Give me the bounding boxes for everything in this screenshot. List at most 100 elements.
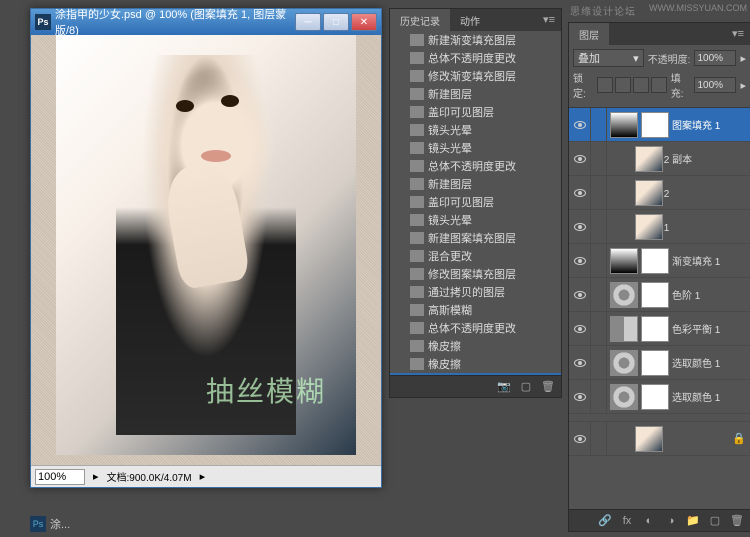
history-item[interactable]: 盖印可见图层 <box>390 193 561 211</box>
history-item[interactable]: 镜头光晕 <box>390 211 561 229</box>
layer-item[interactable]: 图层 2 副本 <box>569 142 750 176</box>
visibility-toggle[interactable] <box>569 422 591 455</box>
layer-name[interactable]: 色彩平衡 1 <box>672 321 750 336</box>
history-item[interactable]: 混合更改 <box>390 247 561 265</box>
layer-mask-thumbnail[interactable] <box>641 112 669 138</box>
group-button[interactable]: 📁 <box>684 513 702 529</box>
layer-name[interactable]: 选取颜色 1 <box>672 389 750 404</box>
history-item[interactable]: 新建图层 <box>390 175 561 193</box>
lock-transparency-button[interactable] <box>597 77 613 93</box>
visibility-toggle[interactable] <box>569 210 591 243</box>
delete-button[interactable]: 🗑 <box>539 379 557 395</box>
visibility-toggle[interactable] <box>569 176 591 209</box>
layer-mask-thumbnail[interactable] <box>641 248 669 274</box>
history-item[interactable]: 镜头光晕 <box>390 139 561 157</box>
blend-mode-select[interactable]: 叠加▾ <box>573 49 644 67</box>
history-item[interactable]: 橡皮擦 <box>390 337 561 355</box>
history-item[interactable]: 高斯模糊 <box>390 301 561 319</box>
layer-mask-thumbnail[interactable] <box>641 282 669 308</box>
layer-thumbnail[interactable] <box>635 180 663 206</box>
new-doc-button[interactable]: ▢ <box>517 379 535 395</box>
history-item[interactable]: 新建图层 <box>390 85 561 103</box>
link-column[interactable] <box>591 142 607 175</box>
lock-all-button[interactable] <box>651 77 667 93</box>
link-column[interactable] <box>591 108 607 141</box>
delete-layer-button[interactable]: 🗑 <box>728 513 746 529</box>
chevron-icon[interactable]: ▸ <box>93 470 99 483</box>
layer-mask-thumbnail[interactable] <box>641 384 669 410</box>
layer-thumbnail[interactable] <box>610 248 638 274</box>
layer-name[interactable]: 选取颜色 1 <box>672 355 750 370</box>
layer-mask-button[interactable]: ◐ <box>640 513 658 529</box>
layer-thumbnail[interactable] <box>610 112 638 138</box>
history-item[interactable]: 新建图案填充图层 <box>390 229 561 247</box>
layer-thumbnail[interactable] <box>610 350 638 376</box>
visibility-toggle[interactable] <box>569 244 591 277</box>
history-item[interactable]: 橡皮擦 <box>390 355 561 373</box>
link-column[interactable] <box>591 422 607 455</box>
visibility-toggle[interactable] <box>569 346 591 379</box>
new-snapshot-button[interactable]: 📷 <box>495 379 513 395</box>
history-item[interactable]: 盖印可见图层 <box>390 103 561 121</box>
tab-actions[interactable]: 动作 <box>450 9 490 31</box>
layer-thumbnail[interactable] <box>635 426 663 452</box>
layer-mask-thumbnail[interactable] <box>641 316 669 342</box>
link-layers-button[interactable]: 🔗 <box>596 513 614 529</box>
titlebar[interactable]: Ps 涂指甲的少女.psd @ 100% (图案填充 1, 图层蒙版/8) ─ … <box>31 9 381 35</box>
zoom-input[interactable] <box>35 469 85 485</box>
taskbar-item[interactable]: Ps 涂... <box>30 516 70 532</box>
chevron-icon[interactable]: ▸ <box>740 79 746 92</box>
link-column[interactable] <box>591 176 607 209</box>
layer-item[interactable]: 图层 2 <box>569 176 750 210</box>
layer-thumbnail[interactable] <box>635 146 663 172</box>
layers-list[interactable]: 图案填充 1 图层 2 副本图层 2图层 1 渐变填充 1 色阶 1 色彩平衡 1 选取颜… <box>569 108 750 509</box>
tab-layers[interactable]: 图层 <box>569 23 609 45</box>
link-column[interactable] <box>591 244 607 277</box>
layer-item[interactable]: 图层 1 <box>569 210 750 244</box>
minimize-button[interactable]: ─ <box>295 13 321 31</box>
history-item[interactable]: 修改图案填充图层 <box>390 265 561 283</box>
link-column[interactable] <box>591 346 607 379</box>
history-item[interactable]: 总体不透明度更改 <box>390 49 561 67</box>
visibility-toggle[interactable] <box>569 312 591 345</box>
visibility-toggle[interactable] <box>569 108 591 141</box>
adjustment-layer-button[interactable]: ◑ <box>662 513 680 529</box>
layer-thumbnail[interactable] <box>635 214 663 240</box>
layer-item[interactable]: 选取颜色 1 <box>569 346 750 380</box>
history-item[interactable]: 新建渐变填充图层 <box>390 31 561 49</box>
visibility-toggle[interactable] <box>569 278 591 311</box>
layer-name[interactable]: 图案填充 1 <box>672 117 750 132</box>
history-item[interactable]: 通过拷贝的图层 <box>390 283 561 301</box>
layer-item[interactable]: 选取颜色 1 <box>569 380 750 414</box>
history-item[interactable]: 总体不透明度更改 <box>390 157 561 175</box>
link-column[interactable] <box>591 312 607 345</box>
visibility-toggle[interactable] <box>569 142 591 175</box>
chevron-icon[interactable]: ▸ <box>740 52 746 65</box>
new-layer-button[interactable]: ▢ <box>706 513 724 529</box>
link-column[interactable] <box>591 278 607 311</box>
layer-name[interactable]: 渐变填充 1 <box>672 253 750 268</box>
layer-item[interactable]: 背景🔒 <box>569 422 750 456</box>
history-item[interactable]: 镜头光晕 <box>390 121 561 139</box>
chevron-right-icon[interactable]: ▸ <box>200 470 206 483</box>
opacity-input[interactable] <box>694 50 736 66</box>
layer-item[interactable]: 图案填充 1 <box>569 108 750 142</box>
layer-name[interactable]: 色阶 1 <box>672 287 750 302</box>
link-column[interactable] <box>591 210 607 243</box>
history-item[interactable]: 总体不透明度更改 <box>390 319 561 337</box>
layer-thumbnail[interactable] <box>610 282 638 308</box>
layer-style-button[interactable]: fx <box>618 513 636 529</box>
close-button[interactable]: ✕ <box>351 13 377 31</box>
layer-item[interactable]: 色彩平衡 1 <box>569 312 750 346</box>
panel-menu-icon[interactable]: ▾≡ <box>537 9 561 31</box>
visibility-toggle[interactable] <box>569 380 591 413</box>
layer-item[interactable]: 色阶 1 <box>569 278 750 312</box>
link-column[interactable] <box>591 380 607 413</box>
maximize-button[interactable]: □ <box>323 13 349 31</box>
lock-position-button[interactable] <box>633 77 649 93</box>
layer-thumbnail[interactable] <box>610 316 638 342</box>
panel-menu-icon[interactable]: ▾≡ <box>726 23 750 45</box>
tab-history[interactable]: 历史记录 <box>390 9 450 31</box>
layer-thumbnail[interactable] <box>610 384 638 410</box>
canvas[interactable]: 抽丝模糊 <box>31 35 381 465</box>
